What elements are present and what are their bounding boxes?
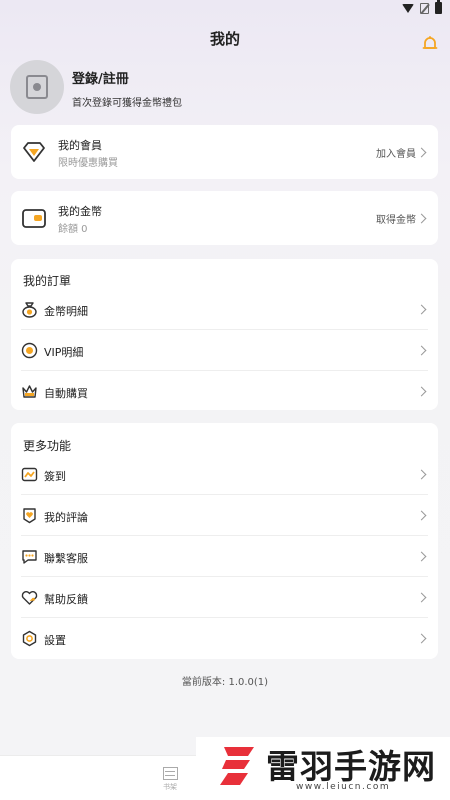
page-title: 我的 <box>209 30 240 48</box>
coins-card[interactable]: 我的金幣 餘額 0 取得金幣 <box>11 191 438 245</box>
list-item-vip-details[interactable]: VIP明細 <box>11 330 438 371</box>
chevron-right-icon <box>416 469 427 480</box>
list-item-checkin[interactable]: 簽到 <box>11 454 438 495</box>
nav-tab-label: 书架 <box>163 783 177 791</box>
profile-login-area[interactable]: 登錄/註冊 首次登錄可獲得金幣禮包 <box>10 60 430 116</box>
list-item-label: VIP明細 <box>44 346 84 359</box>
coins-title: 我的金幣 <box>58 205 102 218</box>
list-item-label: 自動購買 <box>44 387 88 400</box>
chevron-right-icon <box>416 633 427 644</box>
list-item-label: 簽到 <box>44 470 66 483</box>
list-item-label: 幫助反饋 <box>44 593 88 606</box>
avatar[interactable] <box>10 60 64 114</box>
wifi-icon <box>402 3 414 13</box>
chevron-right-icon <box>416 213 427 224</box>
coin-bag-icon <box>22 302 37 318</box>
list-item-label: 我的評論 <box>44 511 88 524</box>
vip-badge-icon <box>21 342 38 359</box>
checkin-calendar-icon <box>21 467 38 482</box>
orders-section-title: 我的訂單 <box>23 274 72 288</box>
membership-subtitle: 限時優惠購買 <box>58 158 118 169</box>
chevron-right-icon <box>416 345 427 356</box>
app-version: 當前版本: 1.0.0(1) <box>181 677 269 688</box>
more-section-title: 更多功能 <box>23 439 72 453</box>
list-item-label: 聯繫客服 <box>44 552 88 565</box>
orders-section: 我的訂單 金幣明細 VIP明細 自動購買 <box>11 259 438 410</box>
membership-card[interactable]: 我的會員 限時優惠購買 加入會員 <box>11 125 438 179</box>
watermark-logo-icon <box>220 747 254 785</box>
chevron-right-icon <box>416 386 427 397</box>
login-reward-hint: 首次登錄可獲得金幣禮包 <box>72 98 182 109</box>
status-icons <box>402 0 442 14</box>
list-item-help-feedback[interactable]: 幫助反饋 <box>11 577 438 618</box>
wallet-icon <box>22 209 46 228</box>
more-functions-section: 更多功能 簽到 我的評論 聯繫客服 幫助反饋 設置 <box>11 423 438 659</box>
list-item-my-comments[interactable]: 我的評論 <box>11 495 438 536</box>
battery-icon <box>435 0 442 14</box>
crown-icon <box>22 385 37 398</box>
status-bar <box>0 0 450 18</box>
list-item-contact-support[interactable]: 聯繫客服 <box>11 536 438 577</box>
nav-tab-bookshelf[interactable]: 书架 <box>156 767 184 792</box>
list-item-coin-details[interactable]: 金幣明細 <box>11 289 438 330</box>
chevron-right-icon <box>416 304 427 315</box>
chevron-right-icon <box>416 551 427 562</box>
login-register-label[interactable]: 登錄/註冊 <box>72 68 129 87</box>
join-membership-link[interactable]: 加入會員 <box>376 145 416 160</box>
default-avatar-icon <box>26 75 48 99</box>
diamond-icon <box>23 142 45 162</box>
chevron-right-icon <box>416 147 427 158</box>
gear-icon <box>22 630 37 647</box>
watermark-title: 雷羽手游网 <box>266 747 436 786</box>
membership-title: 我的會員 <box>58 139 102 152</box>
list-item-label: 金幣明細 <box>44 305 88 318</box>
chat-bubble-icon <box>22 550 37 564</box>
bookshelf-icon <box>162 767 178 780</box>
no-sim-icon <box>420 2 429 14</box>
bell-icon[interactable] <box>421 35 439 53</box>
comment-heart-icon <box>23 508 36 524</box>
list-item-settings[interactable]: 設置 <box>11 618 438 659</box>
get-coins-link[interactable]: 取得金幣 <box>376 211 416 226</box>
watermark-url: www.leiucn.com <box>296 782 391 792</box>
list-item-label: 設置 <box>44 634 66 647</box>
coins-balance: 餘額 0 <box>58 224 88 235</box>
list-item-auto-purchase[interactable]: 自動購買 <box>11 371 438 412</box>
site-watermark: 雷羽手游网 www.leiucn.com <box>196 737 450 800</box>
heart-feedback-icon <box>21 591 38 605</box>
chevron-right-icon <box>416 592 427 603</box>
chevron-right-icon <box>416 510 427 521</box>
